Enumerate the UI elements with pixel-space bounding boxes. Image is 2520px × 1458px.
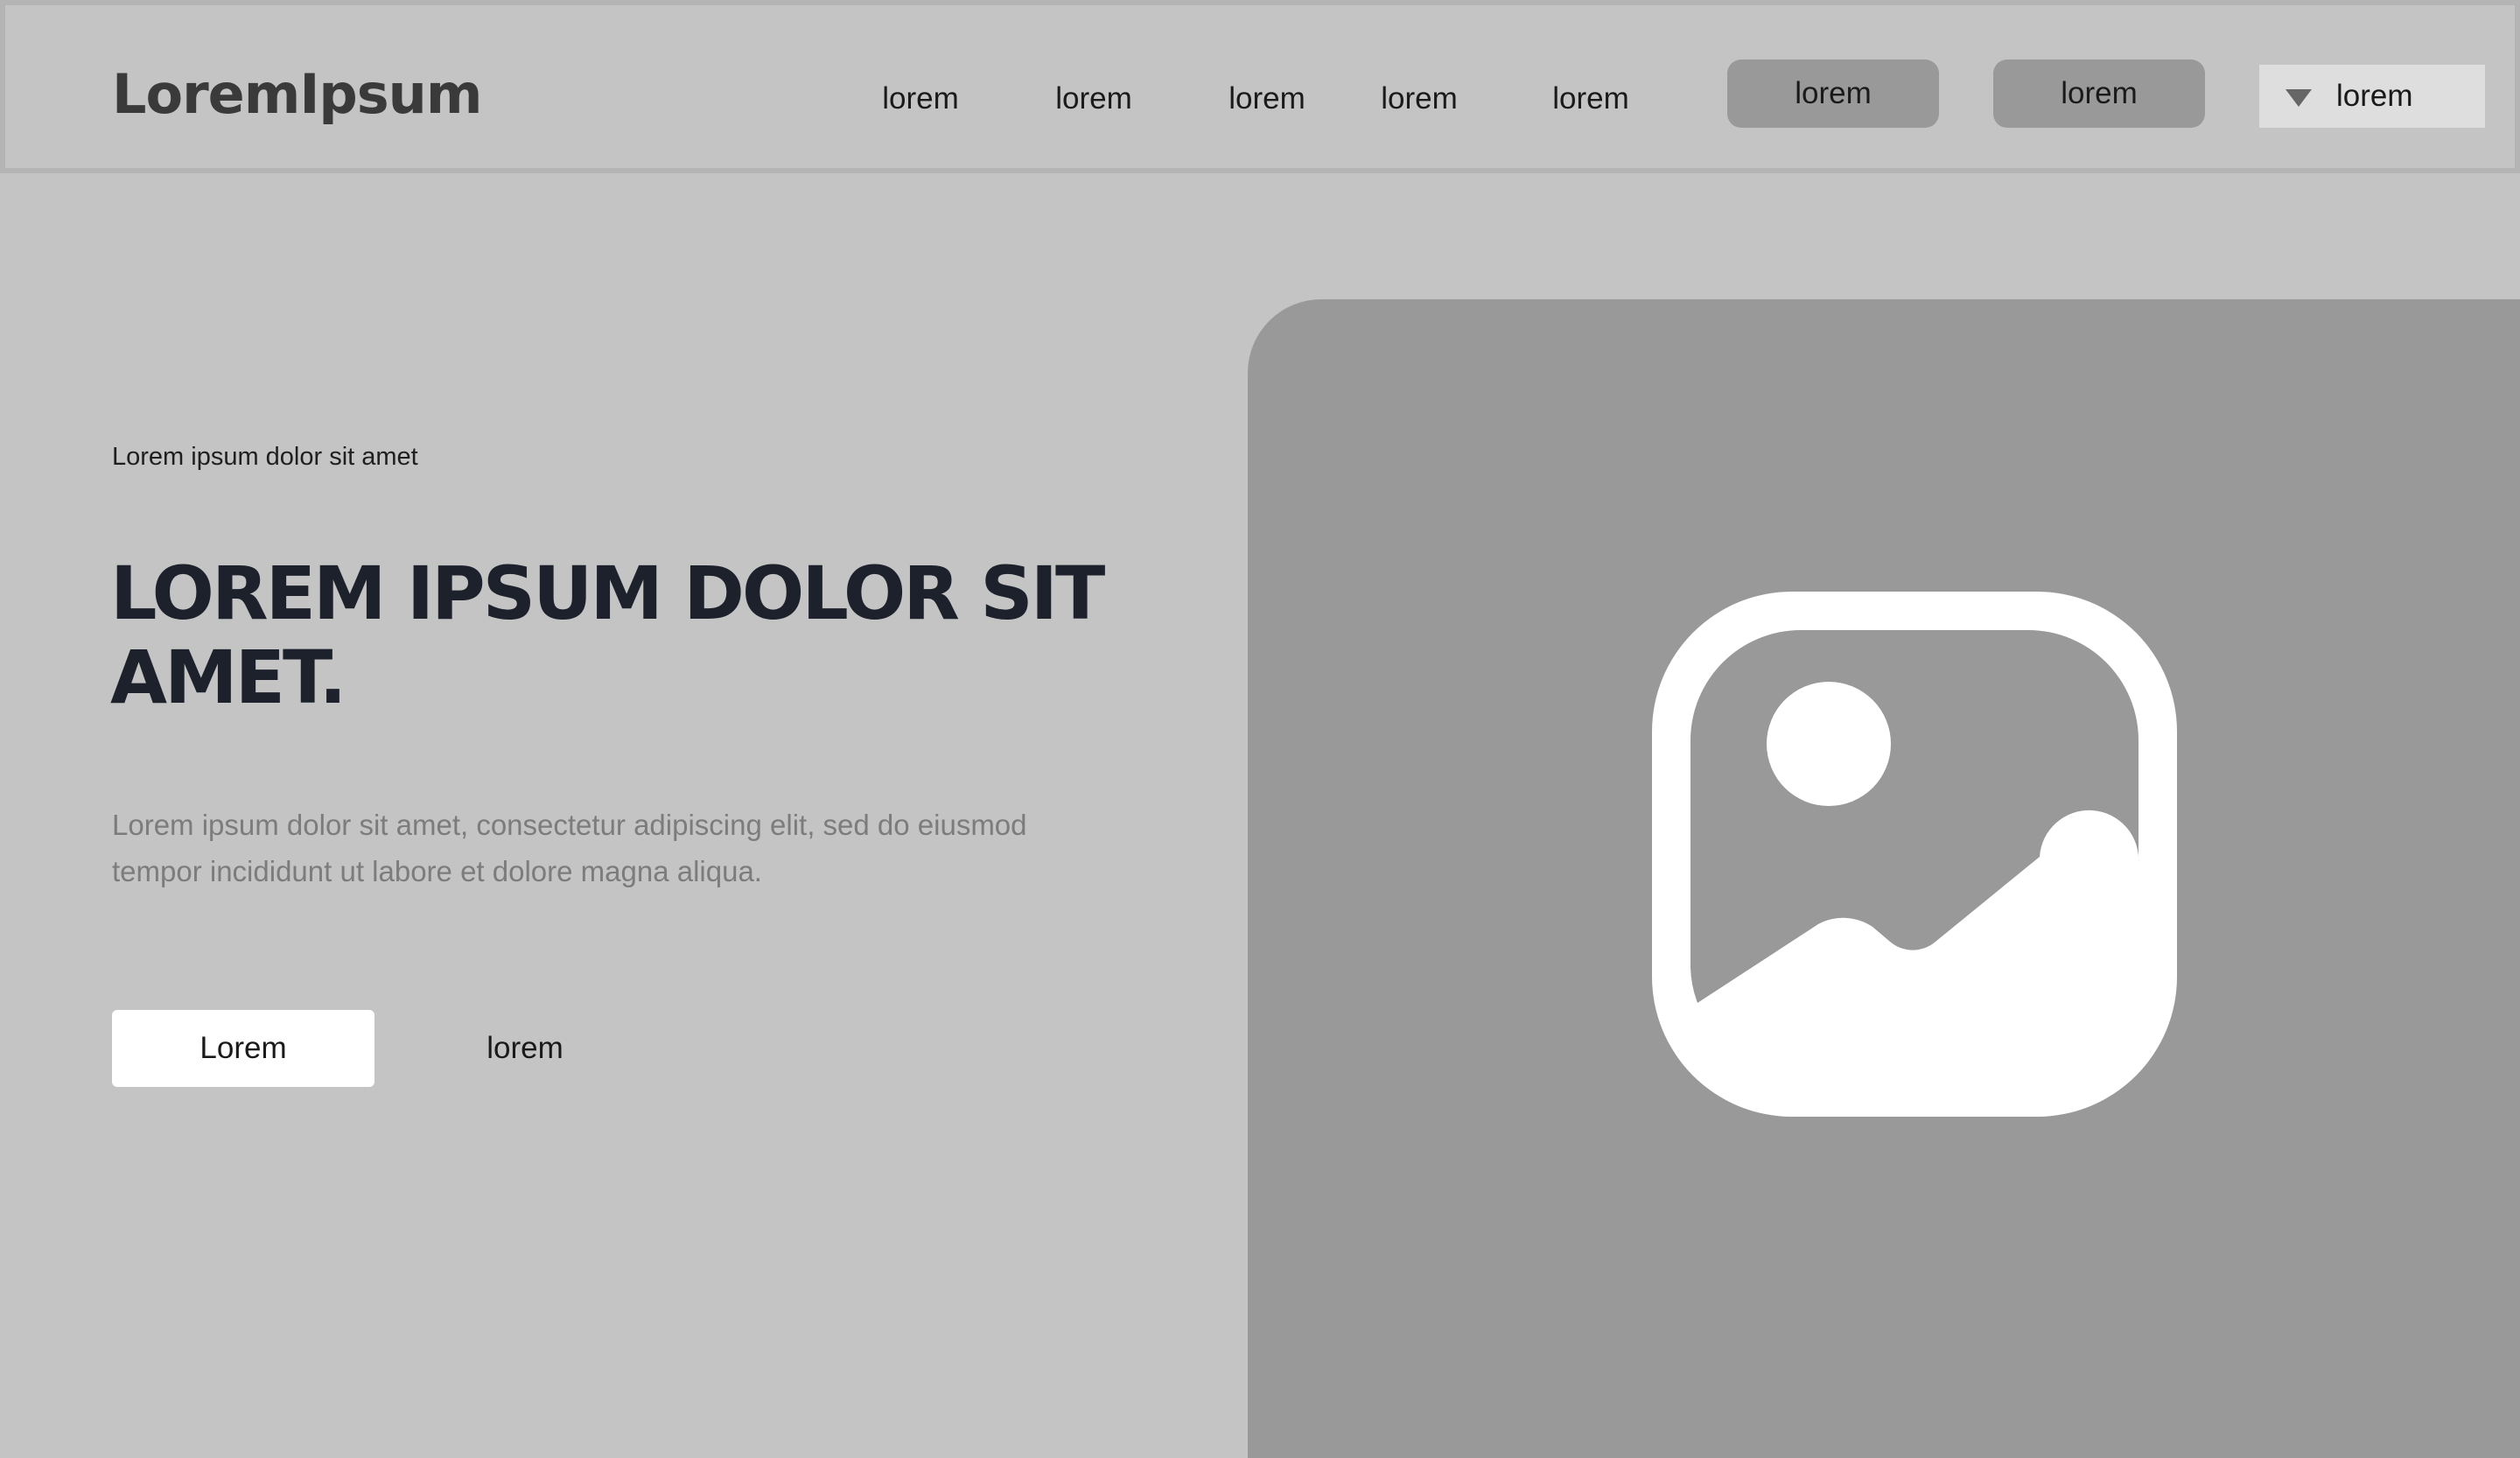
nav-link-5[interactable]: lorem bbox=[1552, 75, 1629, 123]
top-nav-bar: LoremIpsum lorem lorem lorem lorem lorem… bbox=[0, 0, 2520, 173]
nav-link-2[interactable]: lorem bbox=[1055, 75, 1132, 123]
nav-button-1[interactable]: lorem bbox=[1727, 60, 1939, 128]
nav-link-4[interactable]: lorem bbox=[1381, 75, 1458, 123]
hero-secondary-button[interactable]: lorem bbox=[411, 1010, 639, 1087]
hero-primary-button[interactable]: Lorem bbox=[112, 1010, 374, 1087]
nav-dropdown[interactable]: lorem bbox=[2259, 65, 2485, 128]
logo[interactable]: LoremIpsum bbox=[112, 60, 482, 130]
nav-button-2[interactable]: lorem bbox=[1993, 60, 2205, 128]
caret-down-icon bbox=[2286, 89, 2312, 107]
image-placeholder-icon bbox=[1652, 592, 2177, 1117]
hero-eyebrow: Lorem ipsum dolor sit amet bbox=[112, 443, 418, 471]
nav-link-3[interactable]: lorem bbox=[1228, 75, 1306, 123]
nav-link-1[interactable]: lorem bbox=[882, 75, 959, 123]
nav-dropdown-label: lorem bbox=[2336, 79, 2413, 113]
hero-headline: LOREM IPSUM DOLOR SIT AMET. bbox=[110, 550, 1105, 720]
hero-image-placeholder bbox=[1248, 299, 2520, 1458]
hero-description: Lorem ipsum dolor sit amet, consectetur … bbox=[112, 809, 1027, 887]
